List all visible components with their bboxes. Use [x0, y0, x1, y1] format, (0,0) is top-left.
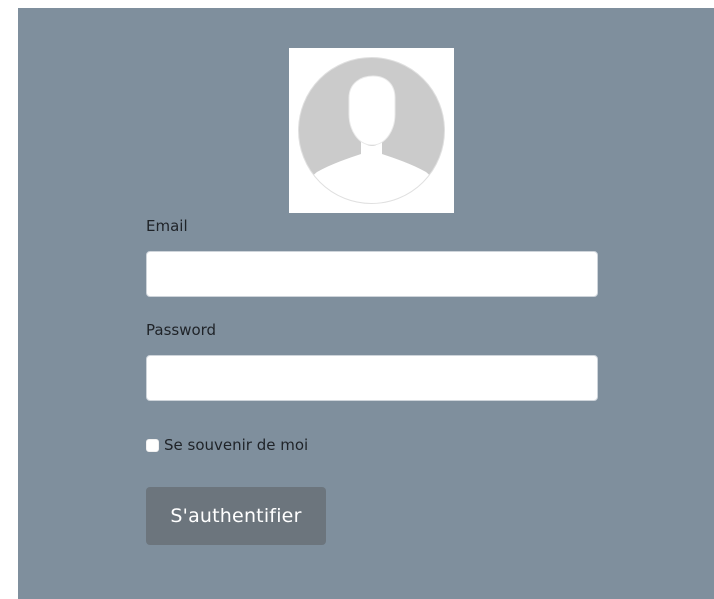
remember-me[interactable]: Se souvenir de moi	[146, 436, 308, 454]
remember-me-checkbox[interactable]	[146, 438, 159, 452]
email-field[interactable]	[146, 251, 598, 297]
login-panel: Email Password Se souvenir de moi S'auth…	[18, 8, 714, 599]
password-field[interactable]	[146, 355, 598, 401]
user-silhouette-icon	[298, 57, 445, 204]
submit-button[interactable]: S'authentifier	[146, 487, 326, 545]
remember-me-label: Se souvenir de moi	[164, 436, 309, 454]
email-label: Email	[146, 217, 188, 235]
avatar	[289, 48, 454, 213]
password-label: Password	[146, 321, 217, 339]
